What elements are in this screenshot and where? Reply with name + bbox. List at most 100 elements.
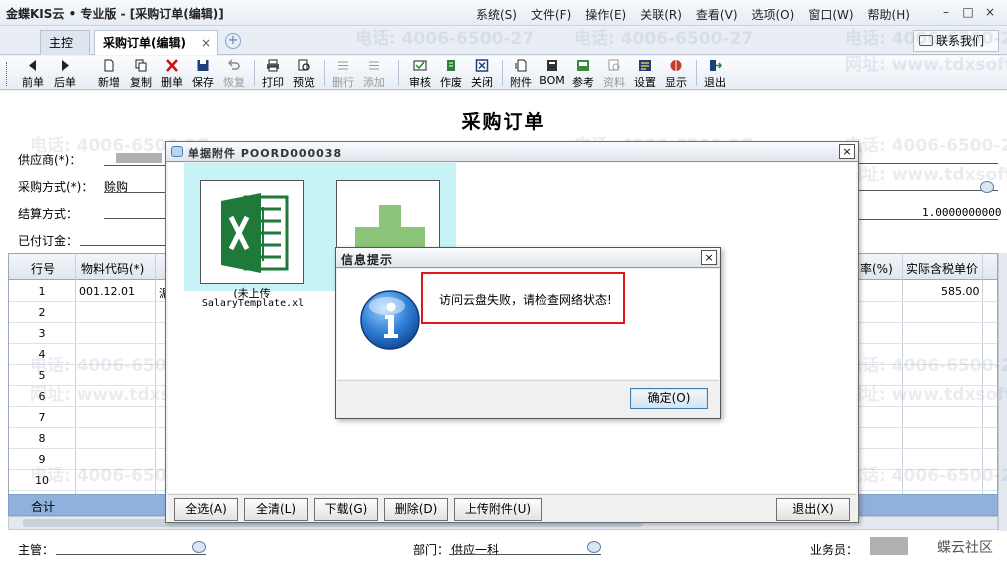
menu-help[interactable]: 帮助(H) xyxy=(868,6,910,23)
material-button[interactable]: 资料 xyxy=(599,58,629,89)
save-button[interactable]: 保存 xyxy=(188,58,218,89)
bom-label: BOM xyxy=(539,74,565,87)
save-label: 保存 xyxy=(192,76,214,89)
row-number: 1 xyxy=(38,285,46,298)
material-label: 资料 xyxy=(603,76,625,89)
clear-all-button[interactable]: 全清(L) xyxy=(244,498,308,521)
col-actual-price: 实际含税单价 xyxy=(906,262,979,276)
chat-icon xyxy=(919,35,933,46)
menu-relate[interactable]: 关联(R) xyxy=(640,6,682,23)
department-label: 部门： xyxy=(413,543,450,557)
info-dialog-body: 访问云盘失败，请检查网络状态! xyxy=(337,269,719,379)
copy-button[interactable]: 复制 xyxy=(126,58,156,89)
manager-label: 主管： xyxy=(18,543,55,557)
download-button[interactable]: 下载(G) xyxy=(314,498,378,521)
print-label: 打印 xyxy=(262,76,284,89)
reference-label: 参考 xyxy=(572,76,594,89)
row-number: 2 xyxy=(38,306,46,319)
attachment-button-bar: 全选(A) 全清(L) 下载(G) 删除(D) 上传附件(U) 退出(X) xyxy=(168,494,856,522)
attachment-button[interactable]: 附件 xyxy=(506,58,536,89)
manager-field[interactable] xyxy=(56,554,206,555)
row-number: 5 xyxy=(38,369,46,382)
settlement-label: 结算方式： xyxy=(18,207,79,221)
restore-label: 恢复 xyxy=(223,76,245,89)
next-button[interactable]: 后单 xyxy=(50,58,80,89)
undo-icon xyxy=(227,59,240,70)
display-button[interactable]: 显示 xyxy=(661,58,691,89)
maximize-button[interactable]: □ xyxy=(957,3,979,21)
preview-icon xyxy=(298,59,310,71)
prev-button[interactable]: 前单 xyxy=(18,58,48,89)
supplier-value-redacted xyxy=(116,153,162,163)
menu-window[interactable]: 窗口(W) xyxy=(808,6,853,23)
new-button[interactable]: 新增 xyxy=(94,58,124,89)
exit-attachment-button[interactable]: 退出(X) xyxy=(776,498,850,521)
void-button[interactable]: 作废 xyxy=(436,58,466,89)
menu-file[interactable]: 文件(F) xyxy=(531,6,571,23)
preview-button[interactable]: 预览 xyxy=(289,58,319,89)
delete-attachment-button[interactable]: 删除(D) xyxy=(384,498,448,521)
deposit-field[interactable] xyxy=(80,245,166,246)
purchase-method-label: 采购方式(*)： xyxy=(18,180,94,194)
restore-button[interactable]: 恢复 xyxy=(219,58,249,89)
row-number: 10 xyxy=(35,474,49,487)
bom-icon xyxy=(547,60,557,71)
close-window-button[interactable]: × xyxy=(979,3,1001,21)
lookup-icon[interactable] xyxy=(980,181,994,193)
info-dialog-close-button[interactable]: × xyxy=(701,250,717,265)
col-tax-rate: 率(%) xyxy=(860,262,893,276)
attachment-close-button[interactable]: × xyxy=(839,144,855,159)
salesman-label: 业务员： xyxy=(810,543,859,557)
vertical-scrollbar[interactable] xyxy=(998,253,1007,531)
supplier-label: 供应商(*)： xyxy=(18,153,82,167)
attachment-window-titlebar[interactable]: 单据附件 POORD000038 × xyxy=(166,142,858,162)
exit-button[interactable]: 退出 xyxy=(700,58,730,89)
tab-main-console[interactable]: 主控台 xyxy=(40,30,90,74)
info-dialog-titlebar[interactable]: 信息提示 × xyxy=(336,248,720,268)
add-row-button[interactable]: 添加 xyxy=(359,58,389,89)
tab-purchase-order[interactable]: 采购订单(编辑) × xyxy=(94,30,218,55)
app-title: 金蝶KIS云 • 专业版 - [采购订单(编辑)] xyxy=(6,7,224,21)
menu-system[interactable]: 系统(S) xyxy=(476,6,517,23)
tab-close-icon[interactable]: × xyxy=(201,31,211,55)
menu-view[interactable]: 查看(V) xyxy=(696,6,738,23)
right-field-line xyxy=(858,219,998,220)
error-message-text: 访问云盘失败，请检查网络状态! xyxy=(439,293,612,307)
menu-operate[interactable]: 操作(E) xyxy=(585,6,626,23)
bom-button[interactable]: BOM xyxy=(537,58,567,88)
excel-file-tile[interactable] xyxy=(200,180,304,284)
row-number: 9 xyxy=(38,453,46,466)
arrow-left-icon xyxy=(29,60,36,71)
manager-lookup-icon[interactable] xyxy=(192,541,206,553)
close-order-button[interactable]: 关闭 xyxy=(467,58,497,89)
settings-button[interactable]: 设置 xyxy=(630,58,660,89)
exit-label: 退出 xyxy=(704,76,726,89)
delete-row-button[interactable]: 删行 xyxy=(328,58,358,89)
reference-button[interactable]: 参考 xyxy=(568,58,598,89)
row-number: 3 xyxy=(38,327,46,340)
attachment-window-title: 单据附件 POORD000038 xyxy=(188,147,343,160)
price-cell[interactable]: 585.00 xyxy=(941,285,980,298)
print-button[interactable]: 打印 xyxy=(258,58,288,89)
minimize-button[interactable]: – xyxy=(935,3,957,21)
menu-options[interactable]: 选项(O) xyxy=(752,6,795,23)
department-lookup-icon[interactable] xyxy=(587,541,601,553)
settlement-field[interactable] xyxy=(104,218,166,219)
ok-button[interactable]: 确定(O) xyxy=(630,388,708,409)
info-dialog-title: 信息提示 xyxy=(341,253,394,267)
approve-button[interactable]: 审核 xyxy=(405,58,435,89)
title-bar: 金蝶KIS云 • 专业版 - [采购订单(编辑)] 系统(S) 文件(F) 操作… xyxy=(0,0,1007,26)
contact-us-button[interactable]: 联系我们 xyxy=(913,30,999,52)
add-tab-icon[interactable]: + xyxy=(225,33,241,49)
display-label: 显示 xyxy=(665,76,687,89)
material-code-cell[interactable]: 001.12.01 xyxy=(79,285,135,298)
delete-order-button[interactable]: 删单 xyxy=(157,58,187,89)
upload-attachment-button[interactable]: 上传附件(U) xyxy=(454,498,542,521)
select-all-button[interactable]: 全选(A) xyxy=(174,498,238,521)
department-value[interactable]: 供应一科 xyxy=(451,541,499,558)
supplier-field[interactable] xyxy=(104,165,166,166)
close-order-label: 关闭 xyxy=(471,76,493,89)
toolbar: 前单 后单 新增 复制 删单 保存 恢复 打印 预览 删行 添加 审核 作废 关… xyxy=(0,56,1007,90)
deposit-label: 已付订金： xyxy=(18,234,79,248)
right-field-line xyxy=(858,190,998,191)
